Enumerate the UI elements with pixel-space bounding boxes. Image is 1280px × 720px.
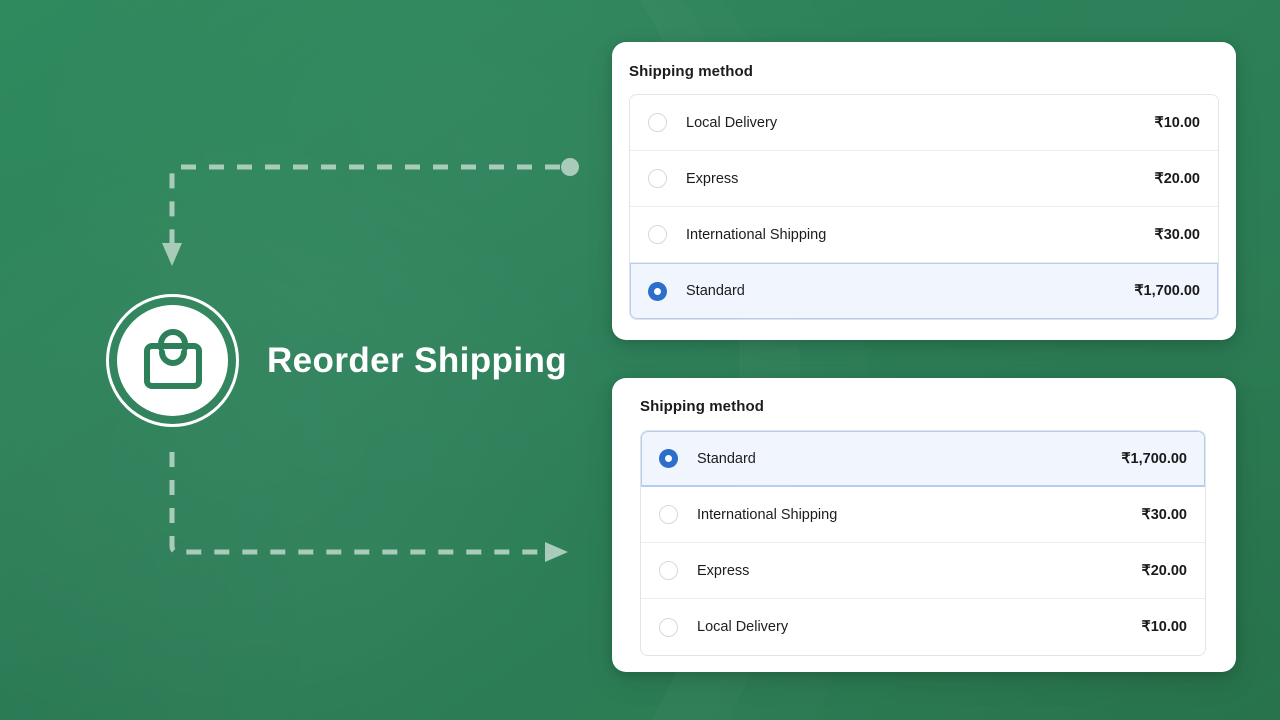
radio-icon[interactable] — [648, 225, 667, 244]
shipping-method-list-after: Standard ₹1,700.00 International Shippin… — [640, 430, 1206, 656]
radio-icon[interactable] — [648, 113, 667, 132]
radio-icon-selected[interactable] — [648, 281, 667, 301]
shipping-method-label: Express — [686, 170, 739, 187]
shipping-method-price: ₹1,700.00 — [1121, 450, 1187, 467]
shipping-method-label: Standard — [686, 283, 745, 299]
shipping-method-label: Local Delivery — [686, 114, 778, 131]
app-background: Reorder Shipping Shipping method Local D… — [0, 0, 1280, 720]
shipping-method-label: Express — [697, 562, 750, 579]
shipping-method-label: Local Delivery — [697, 619, 789, 635]
shipping-method-label: International Shipping — [686, 226, 827, 243]
card-title-after: Shipping method — [640, 398, 764, 415]
shipping-method-row[interactable]: Local Delivery ₹10.00 — [630, 95, 1218, 151]
shopping-bag-icon — [143, 328, 202, 389]
shipping-method-price: ₹20.00 — [1141, 562, 1187, 579]
shipping-method-row-selected[interactable]: Standard ₹1,700.00 — [630, 263, 1218, 319]
radio-icon-selected[interactable] — [659, 449, 678, 468]
hero-block: Reorder Shipping — [106, 294, 567, 427]
shipping-method-row-selected[interactable]: Standard ₹1,700.00 — [641, 431, 1205, 487]
logo-disc — [117, 305, 228, 416]
shipping-method-price: ₹30.00 — [1154, 226, 1200, 243]
shipping-method-price: ₹1,700.00 — [1134, 283, 1200, 299]
radio-icon[interactable] — [648, 169, 667, 188]
shipping-method-list-before: Local Delivery ₹10.00 Express ₹20.00 Int… — [629, 94, 1219, 320]
bottom-flow-arrow — [169, 452, 568, 562]
shipping-method-price: ₹10.00 — [1154, 114, 1200, 131]
shipping-method-price: ₹20.00 — [1154, 170, 1200, 187]
shipping-method-label: Standard — [697, 450, 756, 467]
shipping-method-label: International Shipping — [697, 506, 838, 523]
app-logo — [106, 294, 239, 427]
radio-icon[interactable] — [659, 505, 678, 524]
top-flow-path — [169, 164, 560, 243]
flow-start-dot — [561, 158, 579, 176]
shipping-method-price: ₹30.00 — [1141, 506, 1187, 523]
shipping-method-card-before: Shipping method Local Delivery ₹10.00 Ex… — [612, 42, 1236, 340]
shipping-method-row[interactable]: International Shipping ₹30.00 — [641, 487, 1205, 543]
card-title-before: Shipping method — [629, 63, 753, 80]
arrowhead-down-icon — [162, 243, 182, 266]
hero-title: Reorder Shipping — [267, 340, 568, 380]
radio-icon[interactable] — [659, 561, 678, 580]
arrowhead-right-icon — [545, 542, 568, 562]
bottom-flow-path — [169, 452, 545, 555]
shipping-method-row[interactable]: Express ₹20.00 — [630, 151, 1218, 207]
shipping-method-row[interactable]: International Shipping ₹30.00 — [630, 207, 1218, 263]
shipping-method-card-after: Shipping method Standard ₹1,700.00 Inter… — [612, 378, 1236, 672]
shipping-method-row[interactable]: Express ₹20.00 — [641, 543, 1205, 599]
shipping-method-price: ₹10.00 — [1141, 619, 1187, 635]
radio-icon[interactable] — [659, 617, 678, 637]
shipping-method-row[interactable]: Local Delivery ₹10.00 — [641, 599, 1205, 655]
top-flow-arrow — [162, 158, 579, 266]
